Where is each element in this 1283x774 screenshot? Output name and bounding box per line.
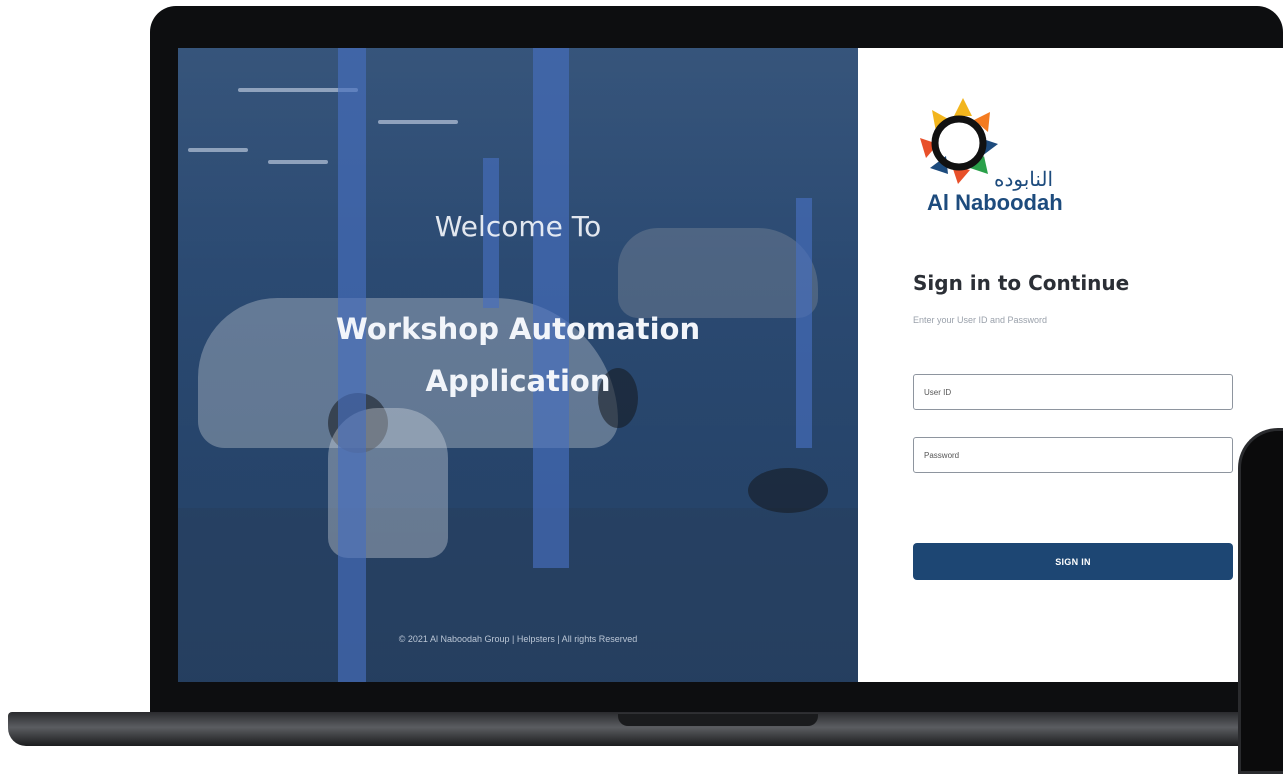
lift-post bbox=[533, 48, 569, 568]
laptop-notch bbox=[618, 714, 818, 726]
ceiling-light bbox=[188, 148, 248, 152]
welcome-heading: Welcome To bbox=[434, 210, 602, 243]
signin-subtitle: Enter your User ID and Password bbox=[913, 315, 1048, 325]
phone-device-edge bbox=[1238, 428, 1283, 774]
ceiling-light bbox=[268, 160, 328, 164]
app-title-line1: Workshop Automation bbox=[335, 312, 701, 346]
copyright-text: © 2021 Al Naboodah Group | Helpsters | A… bbox=[398, 634, 638, 644]
signin-title: Sign in to Continue bbox=[913, 271, 1130, 295]
signin-panel: النابوده Al Naboodah Sign in to Continue… bbox=[858, 48, 1283, 682]
workshop-floor bbox=[178, 508, 858, 682]
password-input[interactable] bbox=[913, 437, 1233, 473]
user-id-input[interactable] bbox=[913, 374, 1233, 410]
hero-panel: Welcome To Workshop Automation Applicati… bbox=[178, 48, 858, 682]
signin-button[interactable]: SIGN IN bbox=[913, 543, 1233, 580]
app-title-line2: Application bbox=[425, 364, 611, 398]
ceiling-light bbox=[378, 120, 458, 124]
tire-image bbox=[748, 468, 828, 513]
brand-arabic-name: النابوده bbox=[994, 169, 1054, 191]
app-screen: Welcome To Workshop Automation Applicati… bbox=[178, 48, 1283, 682]
brand-name: Al Naboodah bbox=[927, 190, 1063, 215]
